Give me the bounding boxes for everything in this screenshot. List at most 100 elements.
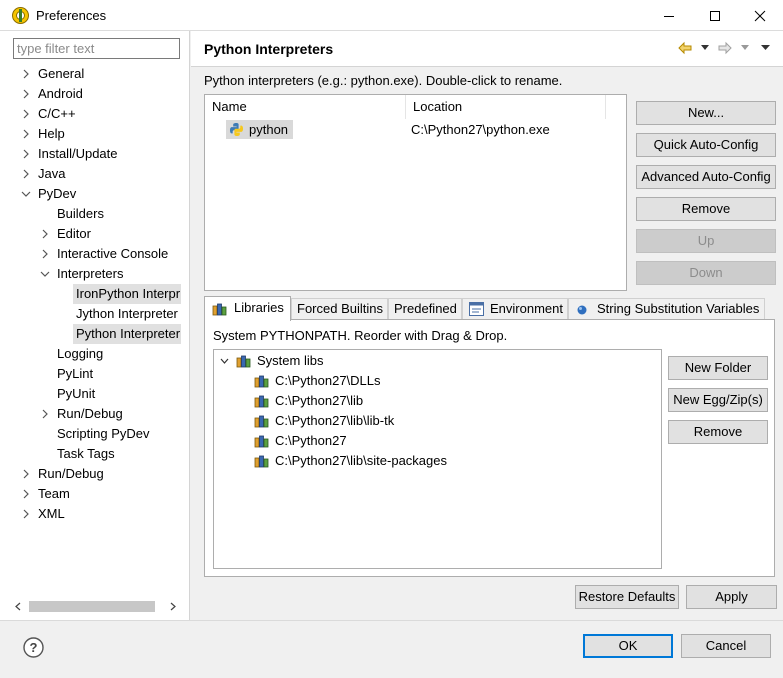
tree-item-label: Builders xyxy=(57,206,104,221)
tree-item-label: Task Tags xyxy=(57,446,115,461)
chevron-down-icon[interactable] xyxy=(21,189,31,199)
chevron-right-icon[interactable] xyxy=(21,469,31,479)
tab-predefined[interactable]: Predefined xyxy=(388,298,462,320)
cancel-button[interactable]: Cancel xyxy=(681,634,771,658)
pythonpath-description: System PYTHONPATH. Reorder with Drag & D… xyxy=(213,328,508,343)
tree-item-java[interactable]: Java xyxy=(0,164,181,184)
tree-item-install-update[interactable]: Install/Update xyxy=(0,144,181,164)
tree-item-editor[interactable]: Editor xyxy=(0,224,181,244)
maximize-button[interactable] xyxy=(692,0,738,31)
help-icon[interactable]: ? xyxy=(23,637,44,658)
chevron-right-icon[interactable] xyxy=(21,69,31,79)
chevron-right-icon[interactable] xyxy=(21,509,31,519)
tree-item-label: Android xyxy=(38,86,83,101)
tree-item-team[interactable]: Team xyxy=(0,484,181,504)
tree-item-android[interactable]: Android xyxy=(0,84,181,104)
tree-item-run-debug[interactable]: Run/Debug xyxy=(0,404,181,424)
tree-item-jython-interpreter[interactable]: Jython Interpreter xyxy=(0,304,181,324)
table-row[interactable]: python C:\Python27\python.exe xyxy=(205,119,626,139)
forward-dropdown-icon[interactable] xyxy=(741,45,749,61)
dialog-footer: ? OK Cancel xyxy=(0,620,783,678)
chevron-right-icon[interactable] xyxy=(21,109,31,119)
chevron-down-icon[interactable] xyxy=(40,269,50,279)
back-arrow-icon[interactable] xyxy=(677,40,693,56)
new-interpreter-button[interactable]: New... xyxy=(636,101,776,125)
tree-item-help[interactable]: Help xyxy=(0,124,181,144)
close-button[interactable] xyxy=(737,0,783,31)
minimize-button[interactable] xyxy=(646,0,692,31)
tab-forced-builtins[interactable]: Forced Builtins xyxy=(291,298,388,320)
back-dropdown-icon[interactable] xyxy=(701,45,709,61)
library-path-label: C:\Python27\lib\lib-tk xyxy=(275,413,395,428)
tree-item-pydev[interactable]: PyDev xyxy=(0,184,181,204)
library-path-item[interactable]: C:\Python27\DLLs xyxy=(254,371,514,391)
down-button[interactable]: Down xyxy=(636,261,776,285)
tab-libraries[interactable]: Libraries xyxy=(204,296,291,321)
tree-item-label: Python Interpreter xyxy=(76,326,181,341)
scroll-right-icon[interactable] xyxy=(169,602,177,611)
tab-string-substitution-variables[interactable]: String Substitution Variables xyxy=(568,298,765,320)
chevron-right-icon[interactable] xyxy=(40,409,50,419)
advanced-auto-config-button[interactable]: Advanced Auto-Config xyxy=(636,165,776,189)
chevron-down-icon[interactable] xyxy=(220,358,229,365)
scrollbar-thumb[interactable] xyxy=(29,601,155,612)
help-glyph: ? xyxy=(30,640,38,655)
new-folder-button[interactable]: New Folder xyxy=(668,356,768,380)
remove-interpreter-button[interactable]: Remove xyxy=(636,197,776,221)
libraries-panel: System PYTHONPATH. Reorder with Drag & D… xyxy=(204,319,775,577)
library-path-item[interactable]: C:\Python27\lib\site-packages xyxy=(254,451,514,471)
page-header: Python Interpreters xyxy=(191,31,783,67)
quick-auto-config-button[interactable]: Quick Auto-Config xyxy=(636,133,776,157)
library-path-item[interactable]: C:\Python27\lib\lib-tk xyxy=(254,411,514,431)
column-header-location[interactable]: Location xyxy=(406,95,606,119)
chevron-right-icon[interactable] xyxy=(21,89,31,99)
tree-item-pylint[interactable]: PyLint xyxy=(0,364,181,384)
tree-item-ironpython-interpr[interactable]: IronPython Interpr xyxy=(73,284,181,304)
tab-environment[interactable]: Environment xyxy=(462,298,568,320)
tree-item-label: XML xyxy=(38,506,65,521)
tree-horizontal-scrollbar[interactable] xyxy=(12,598,182,615)
chevron-right-icon[interactable] xyxy=(40,229,50,239)
interpreter-name-cell[interactable]: python xyxy=(226,120,293,139)
library-path-item[interactable]: C:\Python27\lib xyxy=(254,391,514,411)
tree-item-label: Java xyxy=(38,166,66,181)
tree-item-scripting-pydev[interactable]: Scripting PyDev xyxy=(0,424,181,444)
tree-item-python-interpreter[interactable]: Python Interpreter xyxy=(73,324,181,344)
chevron-right-icon[interactable] xyxy=(40,249,50,259)
chevron-right-icon[interactable] xyxy=(21,489,31,499)
ok-button[interactable]: OK xyxy=(583,634,673,658)
restore-defaults-button[interactable]: Restore Defaults xyxy=(575,585,679,609)
tree-item-general[interactable]: General xyxy=(0,64,181,84)
tab-label: Environment xyxy=(490,301,563,316)
tree-item-label: Install/Update xyxy=(38,146,118,161)
chevron-right-icon[interactable] xyxy=(21,129,31,139)
tree-item-label: Team xyxy=(38,486,70,501)
tree-item-logging[interactable]: Logging xyxy=(0,344,181,364)
tree-item-interactive-console[interactable]: Interactive Console xyxy=(0,244,181,264)
apply-button[interactable]: Apply xyxy=(686,585,777,609)
tree-item-interpreters[interactable]: Interpreters xyxy=(0,264,181,284)
remove-library-button[interactable]: Remove xyxy=(668,420,768,444)
tab-label: Libraries xyxy=(234,300,284,315)
tree-item-task-tags[interactable]: Task Tags xyxy=(0,444,181,464)
system-libs-node[interactable]: System libs xyxy=(220,351,420,371)
filter-input[interactable] xyxy=(13,38,180,59)
library-folder-icon xyxy=(254,395,269,408)
library-path-item[interactable]: C:\Python27 xyxy=(254,431,514,451)
view-menu-icon[interactable] xyxy=(761,45,770,61)
up-button[interactable]: Up xyxy=(636,229,776,253)
column-header-name[interactable]: Name xyxy=(205,95,406,119)
chevron-right-icon[interactable] xyxy=(21,169,31,179)
scroll-left-icon[interactable] xyxy=(14,602,22,611)
tree-item-xml[interactable]: XML xyxy=(0,504,181,524)
tab-label: Forced Builtins xyxy=(297,301,383,316)
forward-arrow-icon[interactable] xyxy=(717,40,733,56)
library-path-label: C:\Python27\lib xyxy=(275,393,364,408)
tree-item-pyunit[interactable]: PyUnit xyxy=(0,384,181,404)
chevron-right-icon[interactable] xyxy=(21,149,31,159)
tree-item-builders[interactable]: Builders xyxy=(0,204,181,224)
tree-item-run-debug[interactable]: Run/Debug xyxy=(0,464,181,484)
eclipse-app-icon xyxy=(12,7,29,24)
new-egg-zip-button[interactable]: New Egg/Zip(s) xyxy=(668,388,768,412)
tree-item-c-c[interactable]: C/C++ xyxy=(0,104,181,124)
